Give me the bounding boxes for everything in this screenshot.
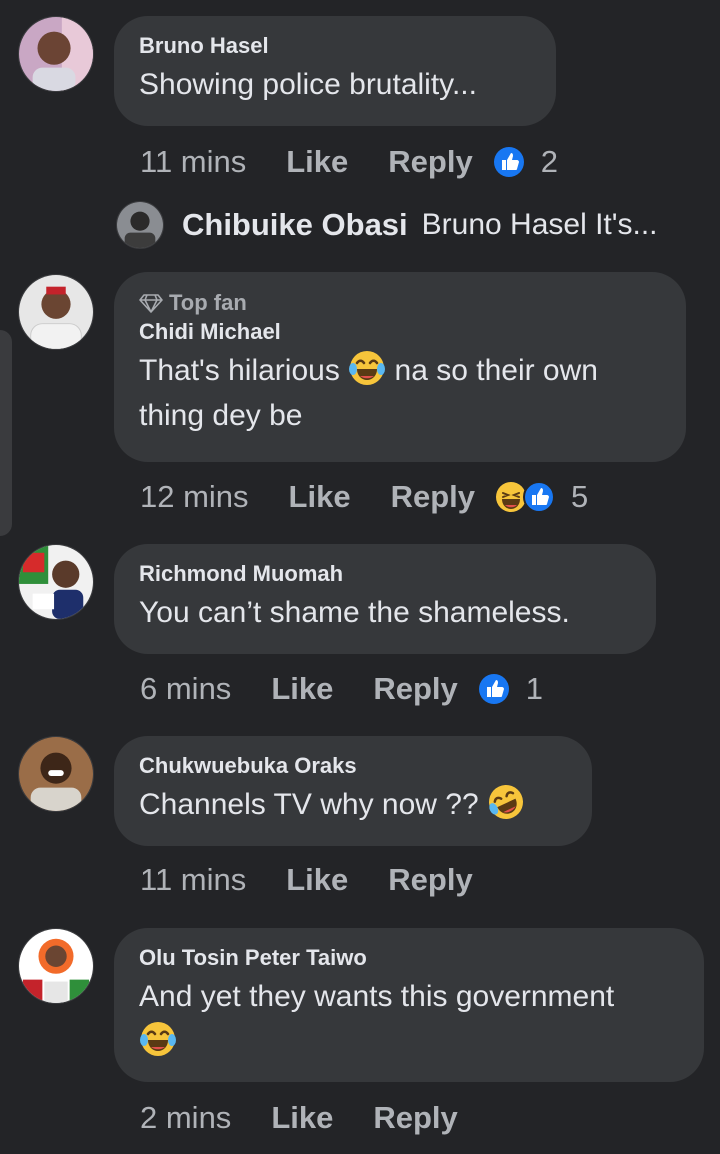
comment-text: You can’t shame the shameless. — [139, 596, 570, 629]
comment-timestamp[interactable]: 11 mins — [140, 862, 246, 898]
comment-bubble: Bruno Hasel Showing police brutality... — [114, 16, 556, 126]
laughing-emoji-icon — [348, 349, 386, 387]
rofl-emoji-icon — [487, 783, 525, 821]
reply-preview[interactable]: Chibuike Obasi Bruno Hasel It's... — [116, 200, 658, 250]
comment-timestamp[interactable]: 6 mins — [140, 671, 231, 707]
comment-author[interactable]: Chukwuebuka Oraks — [139, 752, 567, 780]
comment-timestamp[interactable]: 2 mins — [140, 1100, 231, 1136]
reply-button[interactable]: Reply — [373, 1100, 457, 1136]
comment-text-part: na so their own — [394, 354, 598, 387]
avatar[interactable] — [18, 16, 94, 92]
reaction-summary[interactable]: 5 — [495, 479, 588, 515]
comment-actions: 12 mins Like Reply 5 — [140, 475, 588, 519]
reply-button[interactable]: Reply — [388, 862, 472, 898]
avatar[interactable] — [18, 544, 94, 620]
avatar[interactable] — [18, 928, 94, 1004]
comment-text: Channels TV why now ?? — [139, 782, 567, 827]
reply-button[interactable]: Reply — [388, 144, 472, 180]
like-icon — [493, 146, 525, 178]
reply-avatar — [116, 201, 164, 249]
comment-author[interactable]: Bruno Hasel — [139, 32, 531, 60]
comment-actions: 2 mins Like Reply — [140, 1096, 478, 1140]
comment-text-part: thing dey be — [139, 399, 303, 432]
reply-text: Bruno Hasel It's... — [421, 208, 658, 241]
top-fan-badge: Top fan — [139, 288, 661, 318]
comment-bubble: Chukwuebuka Oraks Channels TV why now ?? — [114, 736, 592, 846]
like-button[interactable]: Like — [286, 144, 348, 180]
comment-bubble: Top fan Chidi Michael That's hilarious n… — [114, 272, 686, 462]
side-scroll-tab[interactable] — [0, 330, 12, 536]
like-button[interactable]: Like — [271, 1100, 333, 1136]
reaction-count: 5 — [571, 479, 589, 514]
diamond-icon — [139, 294, 163, 313]
comment-actions: 11 mins Like Reply — [140, 858, 493, 902]
reaction-summary[interactable]: 2 — [493, 144, 558, 180]
comment-bubble: Olu Tosin Peter Taiwo And yet they wants… — [114, 928, 704, 1082]
comment-text: And yet they wants this government — [139, 974, 679, 1064]
comment-text: Showing police brutality... — [139, 68, 477, 101]
avatar[interactable] — [18, 736, 94, 812]
comment-text: That's hilarious na so their own thing d… — [139, 348, 661, 438]
like-button[interactable]: Like — [286, 862, 348, 898]
comment-text-part: And yet they wants this government — [139, 980, 615, 1013]
reaction-count: 1 — [525, 671, 544, 706]
reply-button[interactable]: Reply — [391, 479, 475, 515]
like-icon — [523, 481, 555, 513]
comment-timestamp[interactable]: 11 mins — [140, 144, 246, 180]
comment-timestamp[interactable]: 12 mins — [140, 479, 249, 515]
comment-text-part: That's hilarious — [139, 354, 340, 387]
avatar[interactable] — [18, 274, 94, 350]
reaction-summary[interactable]: 1 — [478, 671, 543, 707]
comment-author[interactable]: Olu Tosin Peter Taiwo — [139, 944, 679, 972]
reply-button[interactable]: Reply — [373, 671, 457, 707]
reply-author[interactable]: Chibuike Obasi — [182, 207, 408, 243]
comment-author[interactable]: Chidi Michael — [139, 318, 661, 346]
comment-actions: 6 mins Like Reply 1 — [140, 667, 543, 711]
comment-bubble: Richmond Muomah You can’t shame the sham… — [114, 544, 656, 654]
comment-author[interactable]: Richmond Muomah — [139, 560, 631, 588]
comments-feed: Bruno Hasel Showing police brutality... … — [0, 0, 720, 1154]
comment-text-part: Channels TV why now ?? — [139, 788, 479, 821]
comment-actions: 11 mins Like Reply 2 — [140, 140, 558, 184]
reaction-count: 2 — [540, 144, 558, 179]
laughing-emoji-icon — [139, 1020, 177, 1058]
like-icon — [478, 673, 510, 705]
top-fan-label: Top fan — [169, 290, 247, 315]
like-button[interactable]: Like — [271, 671, 333, 707]
like-button[interactable]: Like — [289, 479, 351, 515]
